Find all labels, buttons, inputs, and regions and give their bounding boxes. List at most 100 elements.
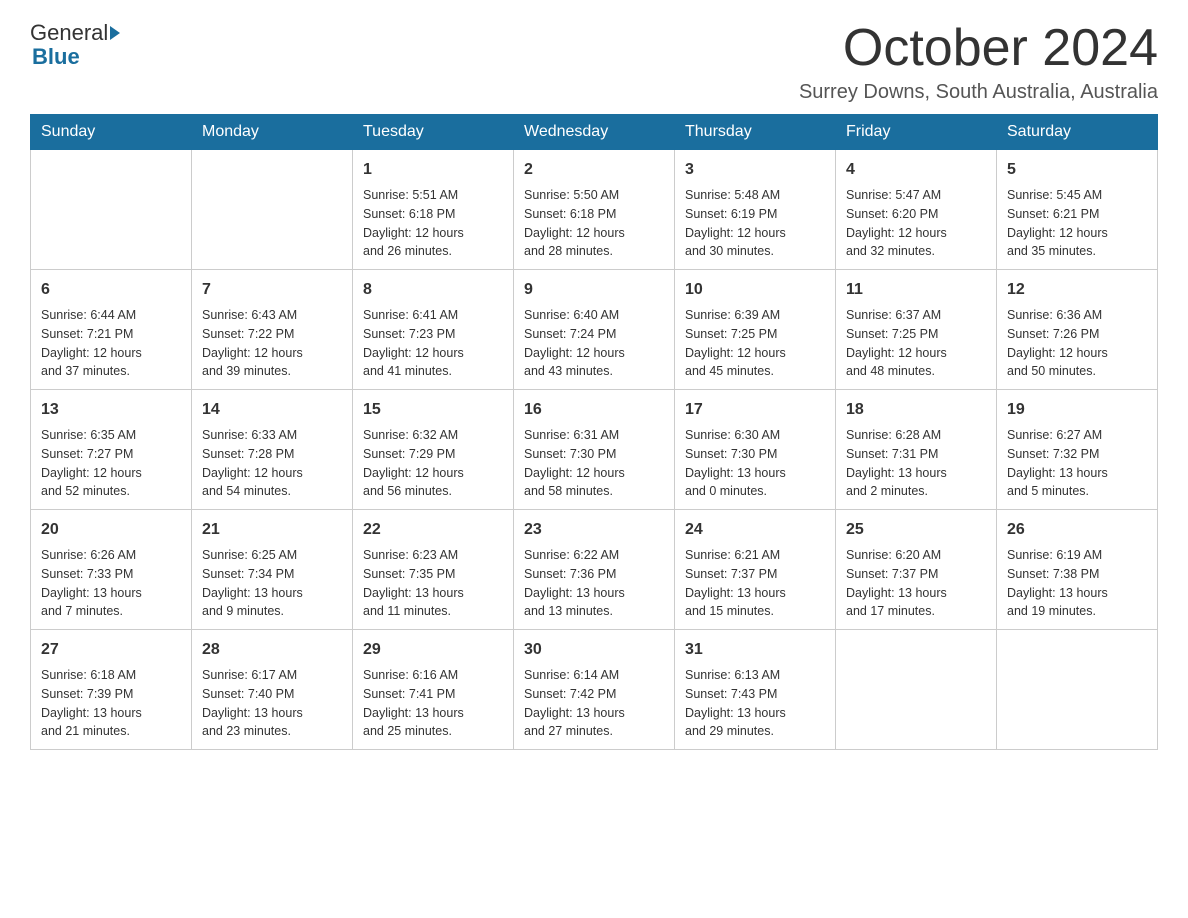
day-cell-w1-d5: 4 Sunrise: 5:47 AM Sunset: 6:20 PM Daylig…	[836, 150, 997, 270]
day-number-w1-d2: 1	[363, 158, 503, 182]
day-cell-w1-d3: 2 Sunrise: 5:50 AM Sunset: 6:18 PM Daylig…	[514, 150, 675, 270]
day-info-w4-d6: Sunrise: 6:19 AM Sunset: 7:38 PM Dayligh…	[1007, 546, 1147, 621]
day-info-w1-d5: Sunrise: 5:47 AM Sunset: 6:20 PM Dayligh…	[846, 186, 986, 261]
day-info-w2-d4: Sunrise: 6:39 AM Sunset: 7:25 PM Dayligh…	[685, 306, 825, 381]
day-cell-w3-d2: 15 Sunrise: 6:32 AM Sunset: 7:29 PM Dayli…	[353, 390, 514, 510]
day-number-w5-d4: 31	[685, 638, 825, 662]
header-thursday: Thursday	[675, 115, 836, 150]
day-info-w3-d4: Sunrise: 6:30 AM Sunset: 7:30 PM Dayligh…	[685, 426, 825, 501]
day-number-w1-d6: 5	[1007, 158, 1147, 182]
day-cell-w4-d6: 26 Sunrise: 6:19 AM Sunset: 7:38 PM Dayli…	[997, 510, 1158, 630]
calendar-table: Sunday Monday Tuesday Wednesday Thursday…	[30, 114, 1158, 750]
day-info-w1-d4: Sunrise: 5:48 AM Sunset: 6:19 PM Dayligh…	[685, 186, 825, 261]
day-cell-w3-d6: 19 Sunrise: 6:27 AM Sunset: 7:32 PM Dayli…	[997, 390, 1158, 510]
day-cell-w3-d1: 14 Sunrise: 6:33 AM Sunset: 7:28 PM Dayli…	[192, 390, 353, 510]
day-number-w3-d1: 14	[202, 398, 342, 422]
day-cell-w2-d5: 11 Sunrise: 6:37 AM Sunset: 7:25 PM Dayli…	[836, 270, 997, 390]
day-number-w1-d5: 4	[846, 158, 986, 182]
day-number-w3-d0: 13	[41, 398, 181, 422]
day-cell-w4-d3: 23 Sunrise: 6:22 AM Sunset: 7:36 PM Dayli…	[514, 510, 675, 630]
header-monday: Monday	[192, 115, 353, 150]
day-cell-w5-d3: 30 Sunrise: 6:14 AM Sunset: 7:42 PM Dayli…	[514, 630, 675, 750]
day-cell-w5-d4: 31 Sunrise: 6:13 AM Sunset: 7:43 PM Dayli…	[675, 630, 836, 750]
day-info-w3-d0: Sunrise: 6:35 AM Sunset: 7:27 PM Dayligh…	[41, 426, 181, 501]
day-cell-w4-d5: 25Sunrise: 6:20 AM Sunset: 7:37 PM Dayli…	[836, 510, 997, 630]
day-cell-w2-d4: 10 Sunrise: 6:39 AM Sunset: 7:25 PM Dayli…	[675, 270, 836, 390]
day-info-w4-d1: Sunrise: 6:25 AM Sunset: 7:34 PM Dayligh…	[202, 546, 342, 621]
day-info-w3-d5: Sunrise: 6:28 AM Sunset: 7:31 PM Dayligh…	[846, 426, 986, 501]
week-row-2: 6Sunrise: 6:44 AM Sunset: 7:21 PM Daylig…	[31, 270, 1158, 390]
day-number-w1-d4: 3	[685, 158, 825, 182]
day-cell-w2-d0: 6Sunrise: 6:44 AM Sunset: 7:21 PM Daylig…	[31, 270, 192, 390]
day-info-w3-d6: Sunrise: 6:27 AM Sunset: 7:32 PM Dayligh…	[1007, 426, 1147, 501]
day-info-w5-d3: Sunrise: 6:14 AM Sunset: 7:42 PM Dayligh…	[524, 666, 664, 741]
day-number-w1-d3: 2	[524, 158, 664, 182]
day-info-w4-d3: Sunrise: 6:22 AM Sunset: 7:36 PM Dayligh…	[524, 546, 664, 621]
week-row-4: 20 Sunrise: 6:26 AM Sunset: 7:33 PM Dayli…	[31, 510, 1158, 630]
day-cell-w4-d4: 24 Sunrise: 6:21 AM Sunset: 7:37 PM Dayli…	[675, 510, 836, 630]
day-info-w5-d4: Sunrise: 6:13 AM Sunset: 7:43 PM Dayligh…	[685, 666, 825, 741]
day-cell-w3-d0: 13 Sunrise: 6:35 AM Sunset: 7:27 PM Dayli…	[31, 390, 192, 510]
day-info-w4-d0: Sunrise: 6:26 AM Sunset: 7:33 PM Dayligh…	[41, 546, 181, 621]
day-cell-w3-d5: 18 Sunrise: 6:28 AM Sunset: 7:31 PM Dayli…	[836, 390, 997, 510]
title-area: October 2024 Surrey Downs, South Austral…	[799, 20, 1158, 104]
day-number-w5-d2: 29	[363, 638, 503, 662]
day-number-w3-d5: 18	[846, 398, 986, 422]
day-cell-w2-d2: 8Sunrise: 6:41 AM Sunset: 7:23 PM Daylig…	[353, 270, 514, 390]
day-number-w2-d0: 6	[41, 278, 181, 302]
day-info-w2-d5: Sunrise: 6:37 AM Sunset: 7:25 PM Dayligh…	[846, 306, 986, 381]
header-sunday: Sunday	[31, 115, 192, 150]
day-number-w2-d4: 10	[685, 278, 825, 302]
day-info-w2-d3: Sunrise: 6:40 AM Sunset: 7:24 PM Dayligh…	[524, 306, 664, 381]
day-number-w4-d4: 24	[685, 518, 825, 542]
day-cell-w5-d5	[836, 630, 997, 750]
header-friday: Friday	[836, 115, 997, 150]
day-number-w3-d2: 15	[363, 398, 503, 422]
day-info-w1-d6: Sunrise: 5:45 AM Sunset: 6:21 PM Dayligh…	[1007, 186, 1147, 261]
header-wednesday: Wednesday	[514, 115, 675, 150]
day-cell-w4-d1: 21 Sunrise: 6:25 AM Sunset: 7:34 PM Dayli…	[192, 510, 353, 630]
day-info-w4-d4: Sunrise: 6:21 AM Sunset: 7:37 PM Dayligh…	[685, 546, 825, 621]
location-title: Surrey Downs, South Australia, Australia	[799, 81, 1158, 104]
day-cell-w3-d4: 17Sunrise: 6:30 AM Sunset: 7:30 PM Dayli…	[675, 390, 836, 510]
day-cell-w2-d3: 9Sunrise: 6:40 AM Sunset: 7:24 PM Daylig…	[514, 270, 675, 390]
day-number-w3-d6: 19	[1007, 398, 1147, 422]
day-cell-w1-d2: 1 Sunrise: 5:51 AM Sunset: 6:18 PM Daylig…	[353, 150, 514, 270]
day-number-w4-d5: 25	[846, 518, 986, 542]
day-cell-w5-d1: 28Sunrise: 6:17 AM Sunset: 7:40 PM Dayli…	[192, 630, 353, 750]
day-cell-w4-d0: 20 Sunrise: 6:26 AM Sunset: 7:33 PM Dayli…	[31, 510, 192, 630]
header-tuesday: Tuesday	[353, 115, 514, 150]
day-cell-w2-d6: 12Sunrise: 6:36 AM Sunset: 7:26 PM Dayli…	[997, 270, 1158, 390]
day-cell-w1-d1	[192, 150, 353, 270]
logo-arrow-icon	[110, 26, 120, 40]
day-info-w3-d2: Sunrise: 6:32 AM Sunset: 7:29 PM Dayligh…	[363, 426, 503, 501]
page-header: General Blue October 2024 Surrey Downs, …	[30, 20, 1158, 104]
day-cell-w3-d3: 16 Sunrise: 6:31 AM Sunset: 7:30 PM Dayli…	[514, 390, 675, 510]
day-number-w3-d3: 16	[524, 398, 664, 422]
day-cell-w5-d2: 29 Sunrise: 6:16 AM Sunset: 7:41 PM Dayli…	[353, 630, 514, 750]
day-info-w1-d3: Sunrise: 5:50 AM Sunset: 6:18 PM Dayligh…	[524, 186, 664, 261]
logo: General Blue	[30, 20, 120, 70]
day-info-w3-d3: Sunrise: 6:31 AM Sunset: 7:30 PM Dayligh…	[524, 426, 664, 501]
week-row-1: 1 Sunrise: 5:51 AM Sunset: 6:18 PM Daylig…	[31, 150, 1158, 270]
day-number-w4-d2: 22	[363, 518, 503, 542]
day-number-w5-d3: 30	[524, 638, 664, 662]
day-number-w4-d0: 20	[41, 518, 181, 542]
day-cell-w1-d4: 3 Sunrise: 5:48 AM Sunset: 6:19 PM Daylig…	[675, 150, 836, 270]
day-number-w4-d6: 26	[1007, 518, 1147, 542]
day-info-w3-d1: Sunrise: 6:33 AM Sunset: 7:28 PM Dayligh…	[202, 426, 342, 501]
day-number-w2-d5: 11	[846, 278, 986, 302]
week-row-3: 13 Sunrise: 6:35 AM Sunset: 7:27 PM Dayli…	[31, 390, 1158, 510]
day-info-w5-d2: Sunrise: 6:16 AM Sunset: 7:41 PM Dayligh…	[363, 666, 503, 741]
week-row-5: 27 Sunrise: 6:18 AM Sunset: 7:39 PM Dayli…	[31, 630, 1158, 750]
day-info-w2-d2: Sunrise: 6:41 AM Sunset: 7:23 PM Dayligh…	[363, 306, 503, 381]
day-number-w2-d6: 12	[1007, 278, 1147, 302]
day-number-w5-d0: 27	[41, 638, 181, 662]
day-number-w4-d3: 23	[524, 518, 664, 542]
day-number-w2-d1: 7	[202, 278, 342, 302]
day-number-w4-d1: 21	[202, 518, 342, 542]
day-info-w5-d0: Sunrise: 6:18 AM Sunset: 7:39 PM Dayligh…	[41, 666, 181, 741]
day-info-w1-d2: Sunrise: 5:51 AM Sunset: 6:18 PM Dayligh…	[363, 186, 503, 261]
day-cell-w2-d1: 7Sunrise: 6:43 AM Sunset: 7:22 PM Daylig…	[192, 270, 353, 390]
day-info-w4-d2: Sunrise: 6:23 AM Sunset: 7:35 PM Dayligh…	[363, 546, 503, 621]
